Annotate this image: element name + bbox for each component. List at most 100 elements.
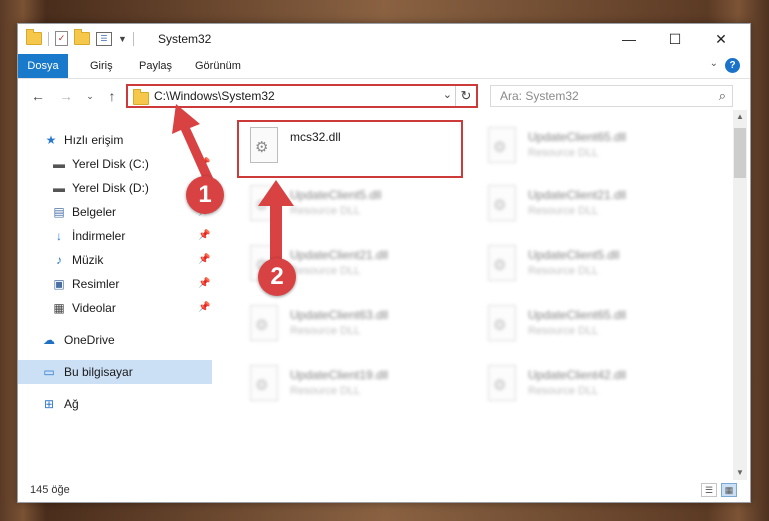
sidebar-item-quick-access[interactable]: ★ Hızlı erişim: [18, 128, 212, 152]
sidebar-item-label: Belgeler: [72, 205, 117, 219]
file-item[interactable]: UpdateClient65.dll Resource DLL: [480, 122, 700, 176]
title-bar: ✓ ☰ ▼ System32 — ☐ ✕: [18, 24, 750, 54]
pictures-icon: ▣: [53, 277, 65, 291]
help-icon[interactable]: ?: [725, 58, 740, 73]
sidebar-item-label: Ağ: [64, 397, 79, 411]
tab-view[interactable]: Görünüm: [195, 54, 241, 78]
up-button[interactable]: ↑: [102, 86, 122, 106]
vertical-scrollbar[interactable]: ▲ ▼: [733, 110, 747, 480]
maximize-button[interactable]: ☐: [652, 24, 698, 54]
search-icon[interactable]: ⌕: [719, 88, 726, 104]
pin-icon[interactable]: 📌: [198, 224, 210, 248]
customize-icon[interactable]: ☰: [96, 31, 112, 46]
pin-icon[interactable]: 📌: [198, 152, 210, 176]
file-type: Resource DLL: [528, 147, 599, 159]
pin-icon[interactable]: 📌: [198, 272, 210, 296]
large-icons-view-icon[interactable]: ▦: [721, 483, 737, 497]
file-name: UpdateClient42.dll: [528, 368, 627, 382]
sidebar-item-label: Bu bilgisayar: [64, 365, 133, 379]
search-box[interactable]: Ara: System32 ⌕: [490, 85, 733, 107]
file-name: UpdateClient5.dll: [290, 188, 382, 202]
file-item[interactable]: UpdateClient5.dll Resource DLL: [480, 240, 700, 294]
dll-file-icon: [488, 305, 516, 341]
new-folder-icon[interactable]: [74, 29, 90, 45]
file-type: Resource DLL: [528, 325, 599, 337]
status-bar: 145 öğe ☰ ▦: [18, 480, 750, 502]
properties-check-icon[interactable]: ✓: [55, 31, 68, 46]
sidebar-item-label: OneDrive: [64, 333, 115, 347]
folder-icon: [133, 89, 149, 105]
sidebar-item-drive-c[interactable]: ▬ Yerel Disk (C:) 📌: [18, 152, 212, 176]
minimize-button[interactable]: —: [606, 24, 652, 54]
callout-badge-1: 1: [186, 176, 224, 214]
file-item[interactable]: UpdateClient5.dll Resource DLL: [242, 180, 462, 234]
file-name: UpdateClient63.dll: [290, 308, 389, 322]
sidebar-item-network[interactable]: ⊞ Ağ: [18, 392, 212, 416]
file-item[interactable]: UpdateClient21.dll Resource DLL: [480, 180, 700, 234]
file-item[interactable]: UpdateClient63.dll Resource DLL: [242, 300, 462, 354]
sidebar-item-pictures[interactable]: ▣ Resimler 📌: [18, 272, 212, 296]
drive-icon: ▬: [53, 157, 65, 171]
refresh-icon[interactable]: ↻: [455, 86, 476, 106]
tab-file[interactable]: Dosya: [18, 54, 68, 78]
star-icon: ★: [45, 133, 57, 147]
scroll-thumb[interactable]: [734, 128, 746, 178]
sidebar-item-label: Hızlı erişim: [64, 133, 124, 147]
toolbar-divider: [132, 31, 134, 46]
address-bar[interactable]: C:\Windows\System32 ⌄ ↻: [126, 84, 478, 108]
quick-access-toolbar: ✓ ☰ ▼: [26, 29, 134, 46]
callout-badge-2: 2: [258, 258, 296, 296]
collapse-ribbon-icon[interactable]: ⌄: [710, 58, 718, 69]
search-input[interactable]: Ara: System32: [500, 89, 579, 103]
file-name: UpdateClient5.dll: [528, 248, 620, 262]
scroll-up-icon[interactable]: ▲: [733, 110, 747, 124]
file-highlight-box: [237, 120, 463, 178]
sidebar-item-this-pc[interactable]: ▭ Bu bilgisayar: [18, 360, 212, 384]
chevron-down-icon[interactable]: ▼: [118, 34, 127, 44]
sidebar-item-label: Videolar: [72, 301, 116, 315]
file-type: Resource DLL: [528, 385, 599, 397]
sidebar-item-drive-d[interactable]: ▬ Yerel Disk (D:): [18, 176, 212, 200]
file-type: Resource DLL: [528, 265, 599, 277]
dll-file-icon: [488, 127, 516, 163]
sidebar-item-label: Yerel Disk (D:): [72, 181, 149, 195]
file-type: Resource DLL: [290, 325, 361, 337]
address-dropdown-icon[interactable]: ⌄: [443, 88, 452, 101]
sidebar-item-onedrive[interactable]: ☁ OneDrive: [18, 328, 212, 352]
sidebar-item-videos[interactable]: ▦ Videolar 📌: [18, 296, 212, 320]
ribbon-tabs: Dosya Giriş Paylaş Görünüm ⌄ ?: [18, 54, 750, 79]
scroll-down-icon[interactable]: ▼: [733, 466, 747, 480]
details-view-icon[interactable]: ☰: [701, 483, 717, 497]
close-button[interactable]: ✕: [698, 24, 744, 54]
music-icon: ♪: [56, 253, 62, 267]
dll-file-icon: [488, 365, 516, 401]
video-icon: ▦: [53, 301, 65, 315]
recent-locations-button[interactable]: ⌄: [80, 86, 100, 106]
tab-home[interactable]: Giriş: [90, 54, 113, 78]
tab-share[interactable]: Paylaş: [139, 54, 172, 78]
toolbar-divider: [48, 31, 49, 46]
forward-button[interactable]: →: [56, 86, 76, 106]
pin-icon[interactable]: 📌: [198, 296, 210, 320]
file-item[interactable]: UpdateClient65.dll Resource DLL: [480, 300, 700, 354]
sidebar-item-documents[interactable]: ▤ Belgeler 📌: [18, 200, 212, 224]
file-item[interactable]: UpdateClient19.dll Resource DLL: [242, 360, 462, 414]
pin-icon[interactable]: 📌: [198, 248, 210, 272]
file-name: UpdateClient65.dll: [528, 308, 627, 322]
file-name: UpdateClient21.dll: [528, 188, 627, 202]
dll-file-icon: [250, 305, 278, 341]
explorer-window: ✓ ☰ ▼ System32 — ☐ ✕ Dosya Giriş Paylaş …: [17, 23, 751, 503]
download-icon: ↓: [56, 229, 62, 243]
file-name: UpdateClient21.dll: [290, 248, 389, 262]
sidebar-item-downloads[interactable]: ↓ İndirmeler 📌: [18, 224, 212, 248]
dll-file-icon: [488, 245, 516, 281]
window-title: System32: [158, 32, 212, 46]
back-button[interactable]: ←: [28, 86, 48, 106]
file-item[interactable]: UpdateClient42.dll Resource DLL: [480, 360, 700, 414]
dll-file-icon: [488, 185, 516, 221]
sidebar-item-music[interactable]: ♪ Müzik 📌: [18, 248, 212, 272]
file-type: Resource DLL: [528, 205, 599, 217]
computer-icon: ▭: [43, 365, 55, 379]
cloud-icon: ☁: [43, 333, 55, 347]
address-path[interactable]: C:\Windows\System32: [154, 89, 275, 103]
